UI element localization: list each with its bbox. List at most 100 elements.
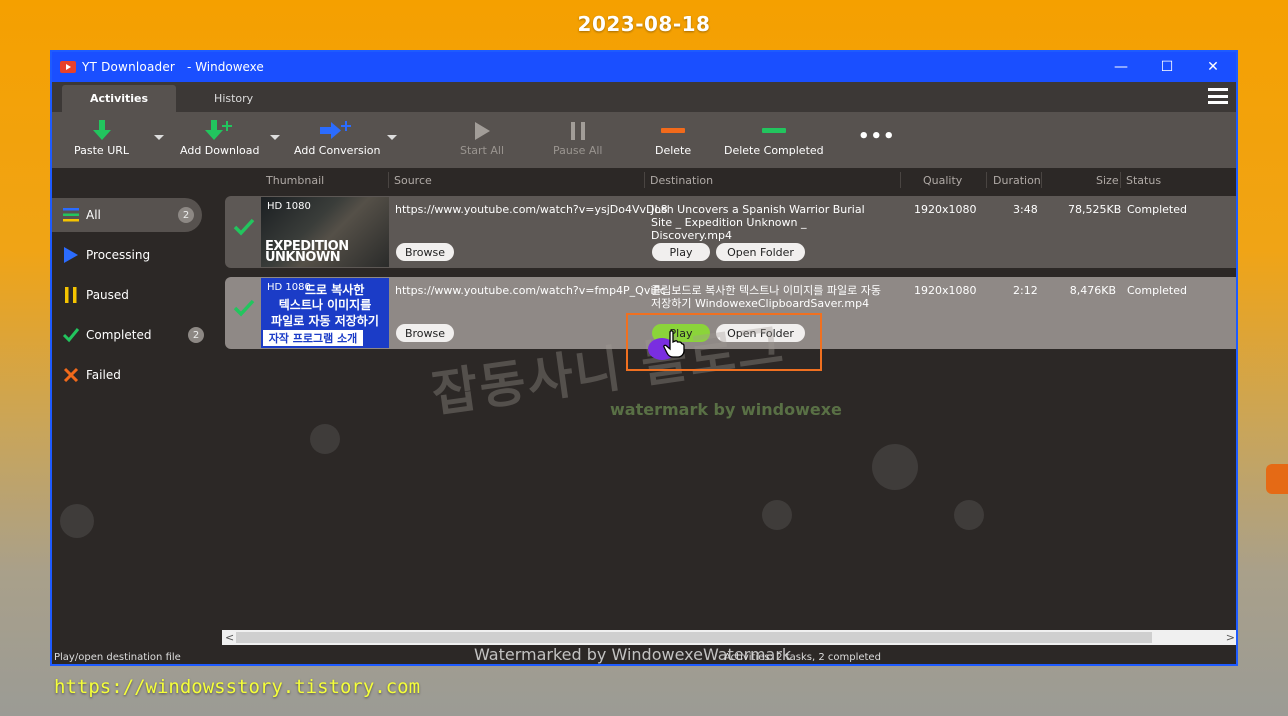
column-headers: Thumbnail Source Destination Quality Dur… [52, 168, 1236, 192]
header-size[interactable]: Size [1096, 174, 1119, 187]
sidebar: All 2 Processing Paused Completed 2 Fail… [52, 192, 212, 398]
add-download-icon [204, 118, 235, 144]
add-conversion-dropdown-icon[interactable] [387, 135, 397, 140]
status-value: Completed [1127, 284, 1187, 297]
delete-label: Delete [655, 144, 692, 157]
table-row[interactable]: HD 1080 EXPEDITION UNKNOWN https://www.y… [225, 196, 1236, 268]
video-thumbnail: HD 1080 EXPEDITION UNKNOWN [261, 197, 389, 267]
watermark-green: watermark by windowexe [610, 400, 842, 419]
maximize-button[interactable]: ☐ [1144, 52, 1190, 82]
scroll-left-icon[interactable]: < [225, 630, 234, 645]
tab-bar: Activities History [52, 82, 1236, 112]
side-tab-handle[interactable] [1266, 464, 1288, 494]
decorative-bubble [872, 444, 918, 490]
decorative-bubble [762, 500, 792, 530]
play-icon [473, 118, 491, 144]
more-options-button[interactable]: ••• [858, 126, 896, 147]
video-thumbnail: HD 1080 드로 복사한 텍스트나 이미지를 파일로 자동 저장하기 자작 … [261, 278, 389, 348]
start-all-button[interactable]: Start All [460, 118, 504, 157]
status-hint: Play/open destination file [54, 652, 181, 663]
decorative-bubble [310, 424, 340, 454]
sidebar-item-label: Failed [86, 368, 121, 382]
count-badge: 2 [188, 327, 204, 343]
thumb-line-2: 텍스트나 이미지를 [278, 298, 372, 312]
header-quality[interactable]: Quality [923, 174, 962, 187]
window-title-suffix: - Windowexe [187, 60, 264, 74]
minus-icon [661, 118, 686, 144]
download-arrow-icon [92, 118, 111, 144]
destination-file: Josh Uncovers a Spanish Warrior Burial S… [651, 203, 865, 242]
pause-all-button[interactable]: Pause All [553, 118, 602, 157]
sidebar-item-failed[interactable]: Failed [52, 358, 212, 392]
header-status[interactable]: Status [1126, 174, 1161, 187]
add-download-button[interactable]: Add Download [180, 118, 259, 157]
paste-url-label: Paste URL [74, 144, 130, 157]
browse-button[interactable]: Browse [396, 243, 454, 261]
size-value: 78,525KB [1068, 203, 1122, 216]
header-destination[interactable]: Destination [650, 174, 713, 187]
title-bar: YT Downloader - Windowexe — ☐ ✕ [52, 52, 1236, 82]
pause-all-label: Pause All [553, 144, 603, 157]
open-folder-button[interactable]: Open Folder [716, 243, 805, 261]
duration-value: 2:12 [1013, 284, 1038, 297]
decorative-bubble [60, 504, 94, 538]
watermark-text: Watermarked by WindowexeWatermark [474, 645, 792, 664]
header-source[interactable]: Source [394, 174, 432, 187]
thumb-line-3: 파일로 자동 저장하기 [271, 314, 379, 328]
paste-url-button[interactable]: Paste URL [74, 118, 129, 157]
menu-icon[interactable] [1208, 88, 1228, 104]
sidebar-item-label: Processing [86, 248, 151, 262]
minimize-button[interactable]: — [1098, 52, 1144, 82]
paste-url-dropdown-icon[interactable] [154, 135, 164, 140]
toolbar: Paste URL Add Download Add Conversion St… [52, 112, 1236, 168]
pause-icon [570, 118, 586, 144]
overlay-date: 2023-08-18 [577, 12, 711, 36]
completed-check-icon [233, 218, 255, 239]
window-title: YT Downloader [82, 60, 176, 74]
browse-button[interactable]: Browse [396, 324, 454, 342]
sidebar-item-processing[interactable]: Processing [52, 238, 212, 272]
source-url: https://www.youtube.com/watch?v=ysjDo4Vv… [395, 203, 668, 216]
size-value: 8,476KB [1069, 284, 1116, 297]
thumb-line-4: 자작 프로그램 소개 [263, 330, 363, 346]
start-all-label: Start All [460, 144, 505, 157]
delete-button[interactable]: Delete [655, 118, 691, 157]
paused-icon [62, 286, 80, 304]
add-conversion-button[interactable]: Add Conversion [294, 118, 380, 157]
add-download-dropdown-icon[interactable] [270, 135, 280, 140]
add-download-label: Add Download [180, 144, 260, 157]
add-conversion-label: Add Conversion [294, 144, 381, 157]
tab-activities[interactable]: Activities [62, 85, 177, 112]
thumb-title: EXPEDITION UNKNOWN [265, 239, 349, 265]
app-logo-icon [60, 61, 76, 73]
sidebar-item-label: All [86, 208, 101, 222]
decorative-bubble [954, 500, 984, 530]
header-thumbnail[interactable]: Thumbnail [266, 174, 324, 187]
duration-value: 3:48 [1013, 203, 1038, 216]
horizontal-scrollbar[interactable]: < > [222, 630, 1236, 645]
add-conversion-icon [320, 118, 354, 144]
header-duration[interactable]: Duration [993, 174, 1041, 187]
tab-history[interactable]: History [186, 85, 281, 112]
overlay-url: https://windowsstory.tistory.com [54, 676, 421, 698]
status-value: Completed [1127, 203, 1187, 216]
minus-green-icon [761, 118, 786, 144]
hand-cursor-icon [663, 330, 685, 362]
sidebar-item-all[interactable]: All 2 [52, 198, 202, 232]
delete-completed-label: Delete Completed [724, 144, 824, 157]
completed-check-icon [233, 299, 255, 320]
scrollbar-thumb[interactable] [236, 632, 1152, 643]
thumb-hd-label: HD 1080 [267, 201, 311, 212]
sidebar-item-label: Completed [86, 328, 152, 342]
sidebar-item-completed[interactable]: Completed 2 [52, 318, 212, 352]
quality-value: 1920x1080 [914, 203, 977, 216]
scroll-right-icon[interactable]: > [1226, 630, 1235, 645]
source-url: https://www.youtube.com/watch?v=fmp4P_Qv… [395, 284, 666, 297]
play-button[interactable]: Play [652, 243, 710, 261]
quality-value: 1920x1080 [914, 284, 977, 297]
delete-completed-button[interactable]: Delete Completed [724, 118, 824, 157]
sidebar-item-paused[interactable]: Paused [52, 278, 212, 312]
count-badge: 2 [178, 207, 194, 223]
list-icon [62, 206, 80, 224]
close-button[interactable]: ✕ [1190, 52, 1236, 82]
